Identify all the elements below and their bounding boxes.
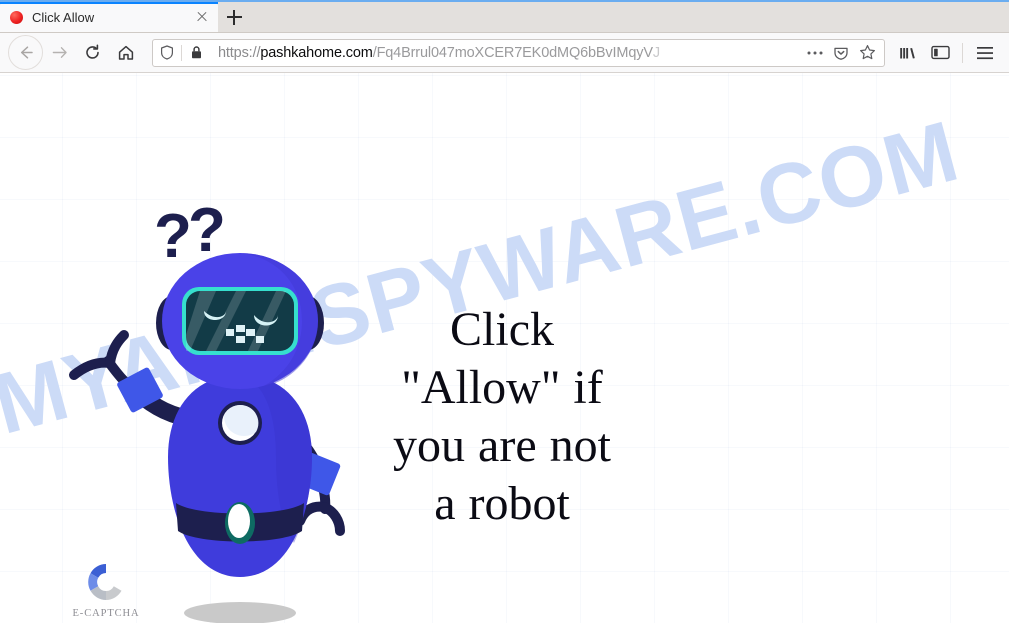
new-tab-button[interactable] [218,2,250,32]
url-host: pashkahome.com [260,44,373,61]
firefox-browser-window: Click Allow https://pashkahome.com/Fq4Br… [0,0,1009,623]
close-tab-icon[interactable] [192,7,212,27]
page-headline: Click "Allow" if you are not a robot [352,301,652,533]
belt-buckle-light [228,504,250,538]
page-content: MYANTISPYWARE.COM ? ? Click "Allow" if y… [0,73,1009,623]
tracking-protection-shield-icon[interactable] [153,40,181,66]
headline-line-4: a robot [434,477,570,530]
e-captcha-logo [83,559,129,605]
home-button[interactable] [109,36,142,69]
headline-line-2: "Allow" if [401,361,603,414]
headline-line-3: you are not [393,419,611,472]
back-arrow-icon [20,46,33,59]
save-to-pocket-button[interactable] [828,40,854,66]
pocket-icon [834,47,848,60]
hamburger-menu-icon [976,46,993,59]
url-path-truncated: J [652,44,660,61]
svg-text:?: ? [188,196,226,265]
url-scheme: https:// [218,44,261,61]
home-icon [118,45,133,60]
padlock-icon[interactable] [182,40,210,66]
tab-strip: Click Allow [0,0,1009,33]
sidebar-icon [931,45,950,60]
url-bar[interactable]: https://pashkahome.com/Fq4Brrul047moXCER… [152,38,885,67]
e-captcha-badge: E-CAPTCHA [68,559,144,619]
tab-favicon [10,10,23,24]
url-text[interactable]: https://pashkahome.com/Fq4Brrul047moXCER… [210,45,802,61]
tab-title: Click Allow [32,9,95,25]
app-menu-button[interactable] [968,36,1001,69]
captcha-c-icon [88,564,122,600]
svg-text:?: ? [154,202,192,271]
ellipsis-icon [807,51,823,54]
sidebar-button[interactable] [924,36,957,69]
navigation-toolbar: https://pashkahome.com/Fq4Brrul047moXCER… [0,33,1009,73]
back-button[interactable] [8,35,43,70]
e-captcha-label: E-CAPTCHA [72,608,140,619]
toolbar-right-buttons [891,36,1001,69]
forward-arrow-icon [52,47,67,58]
url-path: /Fq4Brrul047moXCER7EK0dMQ6bBvIMqyV [372,44,653,61]
forward-button[interactable] [43,36,76,69]
ground-shadow [184,602,296,623]
reload-button[interactable] [76,36,109,69]
bookmark-button[interactable] [854,40,880,66]
reload-icon [86,44,99,59]
page-actions-button[interactable] [802,40,828,66]
toolbar-separator [962,42,963,63]
library-icon [900,47,915,58]
headline-line-1: Click [450,303,554,356]
browser-tab[interactable]: Click Allow [0,2,218,32]
library-button[interactable] [891,36,924,69]
star-icon [859,45,875,60]
